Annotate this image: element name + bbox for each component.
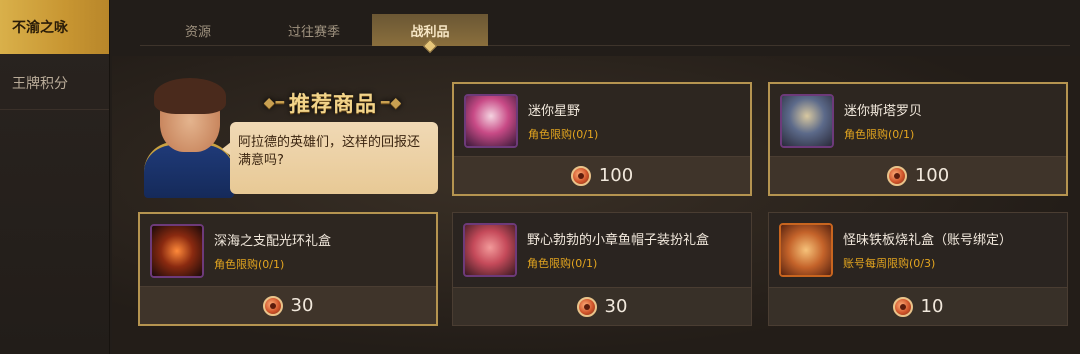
product-thumbnail bbox=[780, 94, 834, 148]
price-value: 10 bbox=[920, 296, 944, 317]
product-purchase-limit: 角色限购(0/1) bbox=[214, 258, 285, 271]
product-price: 30 bbox=[140, 286, 436, 324]
tab-loot[interactable]: 战利品 bbox=[372, 14, 488, 46]
product-purchase-limit: 角色限购(0/1) bbox=[527, 257, 598, 270]
currency-coin-icon bbox=[886, 165, 907, 186]
product-price: 10 bbox=[769, 287, 1067, 325]
product-thumbnail bbox=[150, 224, 204, 278]
card-header: 迷你星野 角色限购(0/1) bbox=[454, 84, 750, 156]
product-name: 迷你星野 bbox=[528, 104, 581, 119]
ornament-left-icon: ◆━ bbox=[263, 95, 285, 111]
currency-coin-icon bbox=[262, 295, 283, 316]
product-name: 怪味铁板烧礼盒（账号绑定） bbox=[843, 233, 1013, 248]
product-price: 30 bbox=[453, 287, 751, 325]
teppanyaki-box-icon bbox=[781, 225, 831, 275]
price-value: 100 bbox=[598, 165, 634, 186]
product-price: 100 bbox=[454, 156, 750, 194]
card-header: 野心勃勃的小章鱼帽子装扮礼盒 角色限购(0/1) bbox=[453, 213, 751, 285]
product-purchase-limit: 账号每周限购(0/3) bbox=[843, 257, 936, 270]
npc-speech-text: 阿拉德的英雄们，这样的回报还满意吗? bbox=[238, 135, 421, 168]
tab-label: 资源 bbox=[184, 24, 211, 40]
ornament-right-icon: ━◆ bbox=[381, 95, 403, 111]
sidebar: 不渝之咏 王牌积分 bbox=[0, 0, 110, 354]
product-purchase-limit: 角色限购(0/1) bbox=[528, 128, 599, 141]
recommend-title: ◆━ 推荐商品 ━◆ bbox=[258, 88, 408, 118]
octopus-hat-icon bbox=[465, 225, 515, 275]
card-header: 怪味铁板烧礼盒（账号绑定） 账号每周限购(0/3) bbox=[769, 213, 1067, 285]
product-thumbnail bbox=[463, 223, 517, 277]
product-card-mini-hoshino[interactable]: 迷你星野 角色限购(0/1) 100 bbox=[452, 82, 752, 196]
product-card-mini-starobe[interactable]: 迷你斯塔罗贝 角色限购(0/1) 100 bbox=[768, 82, 1068, 196]
currency-coin-icon bbox=[570, 165, 591, 186]
npc-speech-bubble: 阿拉德的英雄们，这样的回报还满意吗? bbox=[222, 122, 438, 194]
currency-coin-icon bbox=[576, 296, 597, 317]
product-name: 野心勃勃的小章鱼帽子装扮礼盒 bbox=[527, 233, 710, 248]
price-value: 30 bbox=[604, 296, 628, 317]
tab-bar: 资源 过往赛季 战利品 bbox=[140, 14, 1070, 46]
deep-sea-aura-icon bbox=[152, 226, 202, 276]
product-thumbnail bbox=[779, 223, 833, 277]
tab-resources[interactable]: 资源 bbox=[140, 14, 256, 46]
product-price: 100 bbox=[770, 156, 1066, 194]
sidebar-item-label: 不渝之咏 bbox=[12, 20, 68, 36]
sidebar-item-ace-points[interactable]: 王牌积分 bbox=[0, 56, 109, 110]
npc-hair bbox=[154, 78, 226, 114]
product-card-teppanyaki-box[interactable]: 怪味铁板烧礼盒（账号绑定） 账号每周限购(0/3) 10 bbox=[768, 212, 1068, 326]
sidebar-item-label: 王牌积分 bbox=[12, 75, 68, 92]
tab-past-seasons[interactable]: 过往赛季 bbox=[256, 14, 372, 46]
product-card-deep-sea-aura[interactable]: 深海之支配光环礼盒 角色限购(0/1) 30 bbox=[138, 212, 438, 326]
npc-portrait bbox=[140, 78, 236, 198]
product-purchase-limit: 角色限购(0/1) bbox=[844, 128, 915, 141]
mini-hoshino-avatar-icon bbox=[466, 96, 516, 146]
price-value: 100 bbox=[914, 165, 950, 186]
card-header: 迷你斯塔罗贝 角色限购(0/1) bbox=[770, 84, 1066, 156]
tab-label: 过往赛季 bbox=[287, 24, 340, 40]
sidebar-item-buyu-zhi-yong[interactable]: 不渝之咏 bbox=[0, 0, 109, 54]
product-name: 深海之支配光环礼盒 bbox=[214, 234, 332, 249]
product-name: 迷你斯塔罗贝 bbox=[844, 104, 923, 119]
recommend-title-text: 推荐商品 bbox=[289, 92, 377, 116]
currency-coin-icon bbox=[892, 296, 913, 317]
card-header: 深海之支配光环礼盒 角色限购(0/1) bbox=[140, 214, 436, 286]
product-thumbnail bbox=[464, 94, 518, 148]
tab-label: 战利品 bbox=[410, 24, 450, 40]
price-value: 30 bbox=[290, 295, 314, 316]
product-card-octopus-hat[interactable]: 野心勃勃的小章鱼帽子装扮礼盒 角色限购(0/1) 30 bbox=[452, 212, 752, 326]
mini-starobe-avatar-icon bbox=[782, 96, 832, 146]
